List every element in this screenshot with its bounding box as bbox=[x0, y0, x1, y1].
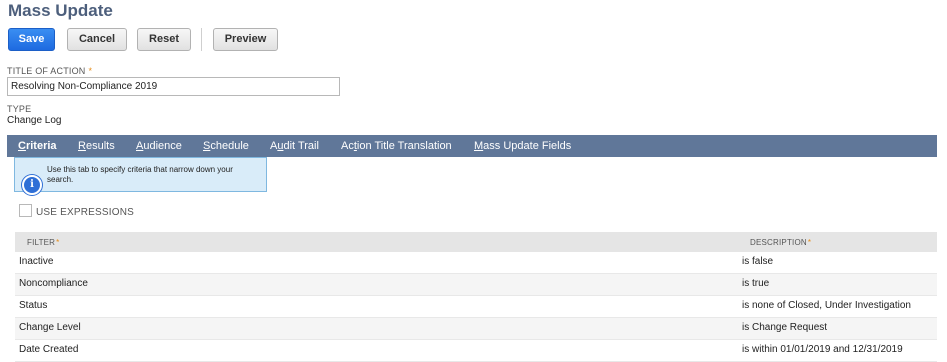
tab-action-title-translation-prefix: Ac bbox=[341, 140, 354, 152]
description-cell: is within 01/01/2019 and 12/31/2019 bbox=[742, 344, 903, 355]
filter-cell: Change Level bbox=[19, 322, 81, 333]
tab-mass-update-fields[interactable]: Mass Update Fields bbox=[474, 135, 571, 157]
required-marker: * bbox=[56, 238, 60, 247]
tab-results-label: esults bbox=[85, 140, 115, 152]
tab-action-title-translation-label: ion Title Translation bbox=[356, 140, 452, 152]
required-marker: * bbox=[807, 238, 812, 247]
tab-results-access-key: R bbox=[78, 140, 86, 152]
tab-audience-label: udience bbox=[143, 140, 182, 152]
reset-button[interactable]: Reset bbox=[137, 28, 191, 51]
title-of-action-label-text: TITLE OF ACTION bbox=[7, 66, 86, 76]
tab-mass-update-fields-access-key: M bbox=[474, 140, 484, 152]
use-expressions-label: USE EXPRESSIONS bbox=[36, 207, 135, 218]
toolbar-divider bbox=[201, 28, 202, 51]
tab-schedule[interactable]: Schedule bbox=[203, 135, 249, 157]
title-of-action-label: TITLE OF ACTION * bbox=[7, 66, 92, 76]
save-button[interactable]: Save bbox=[8, 28, 55, 51]
filter-cell: Date Created bbox=[19, 344, 79, 355]
required-marker: * bbox=[88, 66, 93, 76]
tab-mass-update-fields-label: ass Update Fields bbox=[483, 140, 572, 152]
criteria-help-tooltip: i Use this tab to specify criteria that … bbox=[14, 157, 267, 195]
description-cell: is true bbox=[742, 278, 770, 289]
info-icon: i bbox=[22, 175, 42, 195]
preview-button[interactable]: Preview bbox=[213, 28, 278, 51]
table-row[interactable]: Inactive is false bbox=[15, 252, 937, 274]
filter-cell: Status bbox=[19, 300, 48, 311]
description-cell: is Change Request bbox=[742, 322, 828, 333]
tab-schedule-label: chedule bbox=[210, 140, 249, 152]
tab-action-title-translation[interactable]: Action Title Translation bbox=[341, 135, 452, 157]
filter-cell: Noncompliance bbox=[19, 278, 88, 289]
tab-audit-trail-label: dit Trail bbox=[283, 140, 319, 152]
page-title: Mass Update bbox=[8, 1, 113, 20]
description-column-header: DESCRIPTION* bbox=[750, 238, 811, 247]
tab-results[interactable]: Results bbox=[78, 135, 115, 157]
filter-column-header: FILTER* bbox=[27, 238, 60, 247]
tab-criteria-access-key: C bbox=[18, 140, 26, 152]
description-cell: is none of Closed, Under Investigation bbox=[742, 300, 911, 311]
tab-criteria[interactable]: Criteria bbox=[18, 135, 57, 157]
use-expressions-checkbox[interactable] bbox=[19, 204, 32, 217]
description-column-header-text: DESCRIPTION bbox=[750, 238, 807, 247]
title-of-action-input[interactable] bbox=[7, 77, 340, 96]
table-row[interactable]: Date Created is within 01/01/2019 and 12… bbox=[15, 340, 937, 362]
table-row[interactable]: Change Level is Change Request bbox=[15, 318, 937, 340]
grid-header: FILTER* DESCRIPTION* bbox=[15, 232, 937, 252]
table-row[interactable]: Noncompliance is true bbox=[15, 274, 937, 296]
description-cell: is false bbox=[742, 256, 774, 267]
filter-cell: Inactive bbox=[19, 256, 54, 267]
type-label: TYPE bbox=[7, 104, 32, 114]
type-value: Change Log bbox=[7, 115, 62, 126]
tab-bar: Criteria Results Audience Schedule Audit… bbox=[7, 135, 937, 157]
tab-criteria-label: riteria bbox=[25, 140, 57, 152]
cancel-button[interactable]: Cancel bbox=[67, 28, 127, 51]
filter-column-header-text: FILTER bbox=[27, 238, 56, 247]
tab-audit-trail[interactable]: Audit Trail bbox=[270, 135, 319, 157]
table-row[interactable]: Status is none of Closed, Under Investig… bbox=[15, 296, 937, 318]
tab-audience[interactable]: Audience bbox=[136, 135, 182, 157]
tooltip-text: Use this tab to specify criteria that na… bbox=[47, 165, 233, 184]
